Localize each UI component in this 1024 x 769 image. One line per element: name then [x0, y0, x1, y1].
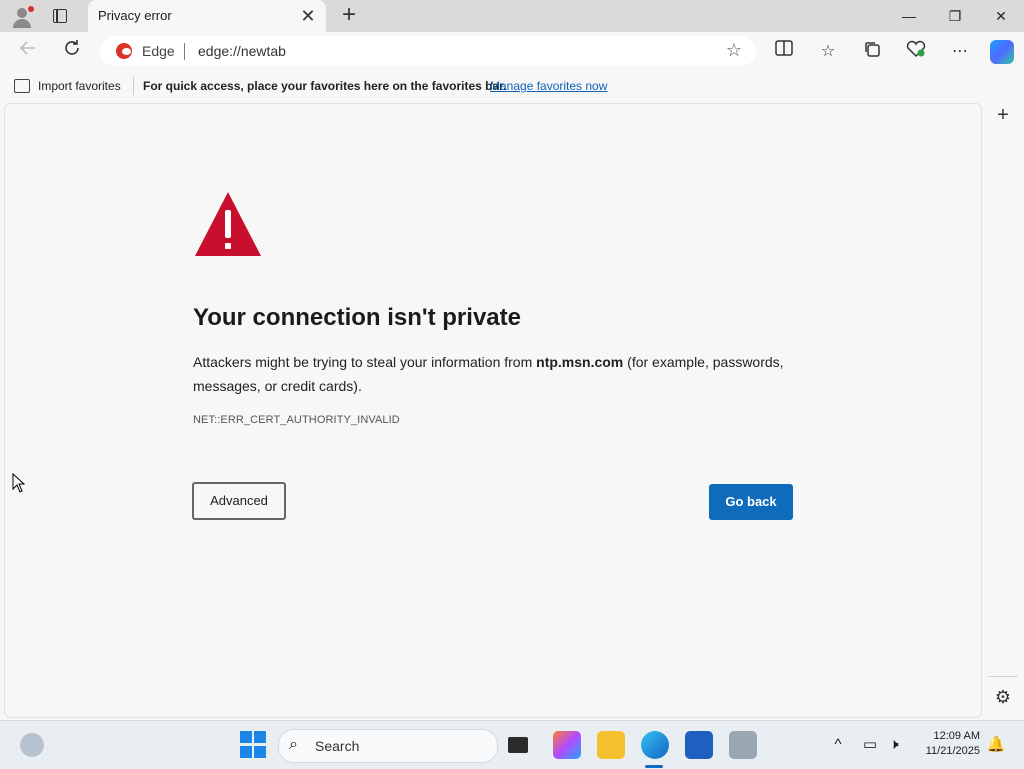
favorites-icon[interactable]: ☆ [816, 40, 840, 64]
sidebar-divider [988, 676, 1018, 677]
tab-strip: Privacy error ✕ + — ❐ ✕ [0, 0, 1024, 32]
page-content: Your connection isn't private Attackers … [4, 103, 982, 718]
error-domain: ntp.msn.com [536, 354, 624, 370]
edge-taskbar-icon[interactable] [641, 731, 669, 759]
taskbar-search-box[interactable]: ⌕ Search [278, 729, 498, 763]
profile-avatar-icon[interactable] [8, 4, 36, 28]
file-explorer-icon[interactable] [597, 731, 625, 759]
error-code: NET::ERR_CERT_AUTHORITY_INVALID [193, 414, 400, 426]
refresh-button[interactable] [58, 38, 86, 66]
edge-logo-icon [116, 43, 132, 59]
taskbar: ⌕ Search ^ ▭ 🕨 12:09 AM 11/21/2025 🔔 [0, 720, 1024, 769]
app-installer-icon[interactable] [729, 731, 757, 759]
address-bar[interactable]: Edge edge://newtab ☆ [100, 36, 756, 66]
tray-overflow-chevron-icon[interactable]: ^ [828, 735, 848, 755]
new-tab-button[interactable]: + [336, 2, 362, 28]
collections-icon[interactable] [860, 40, 884, 64]
tab-privacy-error[interactable]: Privacy error ✕ [88, 0, 326, 32]
refresh-icon [65, 40, 79, 55]
favorites-bar-message: For quick access, place your favorites h… [143, 79, 507, 93]
clock[interactable]: 12:09 AM 11/21/2025 [926, 729, 980, 759]
tab-title: Privacy error [98, 8, 172, 23]
store-icon[interactable] [685, 731, 713, 759]
search-icon: ⌕ [289, 736, 298, 753]
import-favorites-button[interactable]: Import favorites [38, 79, 121, 93]
search-placeholder: Search [315, 738, 360, 754]
favorite-star-icon[interactable]: ☆ [726, 40, 742, 61]
widgets-icon[interactable] [20, 733, 44, 757]
back-button[interactable] [14, 38, 42, 66]
restore-button[interactable]: ❐ [932, 0, 978, 32]
favorites-divider [133, 77, 134, 95]
close-window-button[interactable]: ✕ [978, 0, 1024, 32]
split-screen-icon[interactable] [772, 40, 796, 64]
browser-essentials-icon[interactable] [904, 40, 928, 64]
go-back-button[interactable]: Go back [709, 484, 793, 520]
import-favorites-icon [14, 79, 30, 93]
task-view-icon[interactable] [508, 737, 528, 753]
error-description: Attackers might be trying to steal your … [193, 350, 803, 398]
volume-muted-icon[interactable]: 🕨 [884, 735, 904, 755]
sidebar-settings-gear-icon[interactable]: ⚙ [992, 686, 1014, 708]
page-title: Your connection isn't private [193, 304, 521, 331]
browser-toolbar: Edge edge://newtab ☆ ☆ ⋯ [0, 32, 1024, 70]
copilot-app-icon[interactable] [553, 731, 581, 759]
copilot-icon[interactable] [990, 40, 1014, 64]
description-text-start: Attackers might be trying to steal your … [193, 354, 537, 370]
mouse-cursor-icon [12, 473, 26, 493]
manage-favorites-link[interactable]: Manage favorites now [490, 79, 607, 93]
clock-time: 12:09 AM [933, 730, 980, 742]
tab-actions-menu-icon[interactable] [48, 6, 72, 26]
clock-date: 11/21/2025 [925, 745, 980, 757]
warning-triangle-icon [195, 192, 261, 256]
site-identity-label[interactable]: Edge [142, 43, 175, 59]
tab-close-icon[interactable]: ✕ [298, 6, 318, 26]
minimize-button[interactable]: — [886, 0, 932, 32]
back-arrow-icon [19, 41, 35, 55]
url-text[interactable]: edge://newtab [198, 43, 286, 59]
network-icon[interactable]: ▭ [860, 735, 880, 755]
settings-more-icon[interactable]: ⋯ [948, 40, 972, 64]
address-separator [184, 43, 185, 60]
sidebar: + ⚙ [984, 102, 1024, 716]
favorites-bar: Import favorites For quick access, place… [0, 70, 1024, 102]
start-windows-icon[interactable] [240, 731, 268, 759]
advanced-button[interactable]: Advanced [192, 482, 286, 520]
notifications-bell-icon[interactable]: 🔔 [986, 735, 1006, 755]
sidebar-add-icon[interactable]: + [992, 104, 1014, 126]
